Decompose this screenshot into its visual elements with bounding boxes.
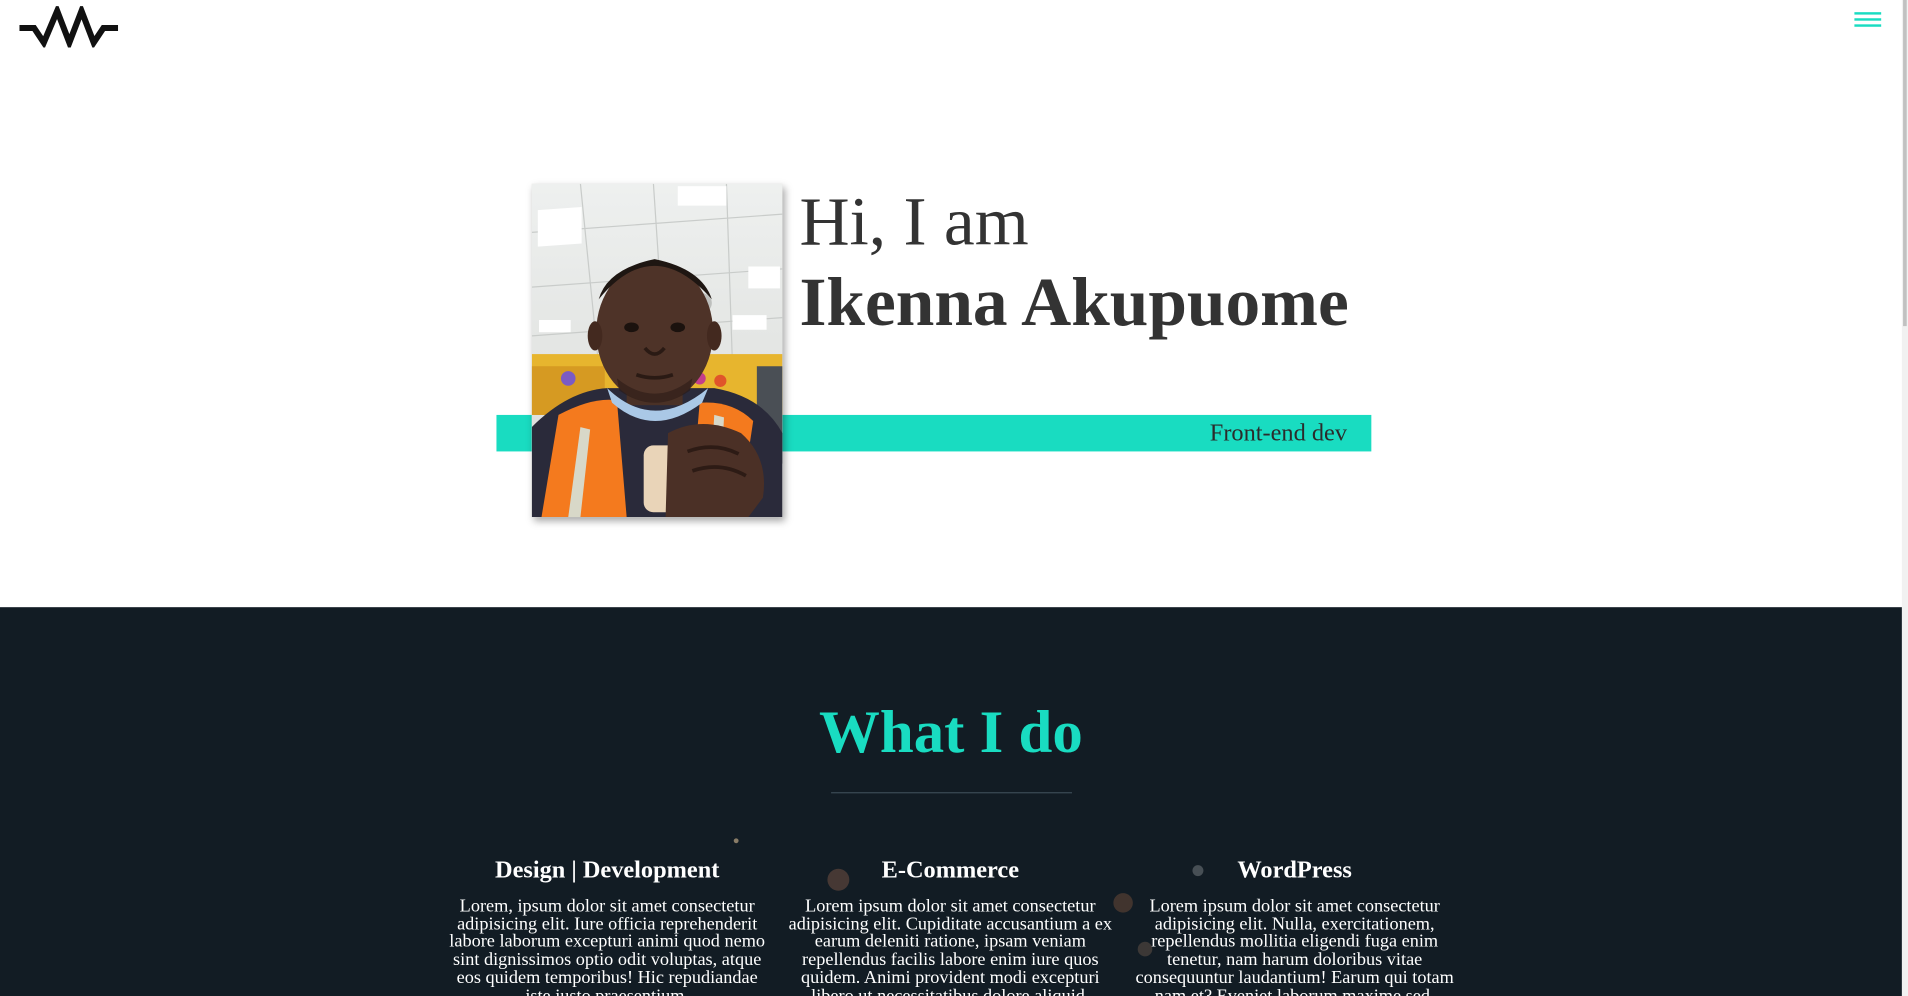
scrollbar-thumb[interactable] xyxy=(1903,0,1907,327)
service-title: Design | Development xyxy=(494,856,720,884)
services-divider xyxy=(831,792,1073,794)
service-title: WordPress xyxy=(1237,856,1352,884)
service-ecommerce: E-Commerce Lorem ipsum dolor sit amet co… xyxy=(788,854,1112,996)
profile-photo xyxy=(531,183,783,518)
service-title: E-Commerce xyxy=(881,856,1020,884)
profile-photo-art xyxy=(531,183,783,518)
service-wordpress: WordPress Lorem ipsum dolor sit amet con… xyxy=(1133,854,1457,996)
hero-greeting: Hi, I am xyxy=(799,183,1029,261)
bokeh-light xyxy=(1113,893,1133,913)
services-title: What I do xyxy=(819,697,1083,766)
menu-line xyxy=(1854,18,1882,21)
bokeh-light xyxy=(733,838,739,844)
menu-line xyxy=(1854,12,1882,15)
service-text: Lorem ipsum dolor sit amet consectetur a… xyxy=(1135,896,1454,996)
menu-line xyxy=(1854,24,1882,27)
hero-role: Front-end dev xyxy=(1209,419,1347,447)
hamburger-menu-icon[interactable] xyxy=(1852,10,1884,32)
service-text: Lorem ipsum dolor sit amet consectetur a… xyxy=(788,896,1113,996)
service-design-development: Design | Development Lorem, ipsum dolor … xyxy=(445,854,769,996)
services-section: What I do Design | Development Lorem, ip… xyxy=(0,607,1902,996)
hero-name: Ikenna Akupuome xyxy=(799,264,1349,341)
service-text: Lorem, ipsum dolor sit amet consectetur … xyxy=(449,896,766,996)
wave-logo[interactable] xyxy=(17,6,119,48)
viewport: Front-end dev Hi, I am Ikenna Akupuome W… xyxy=(0,0,1908,996)
page: Front-end dev Hi, I am Ikenna Akupuome W… xyxy=(0,0,1908,996)
